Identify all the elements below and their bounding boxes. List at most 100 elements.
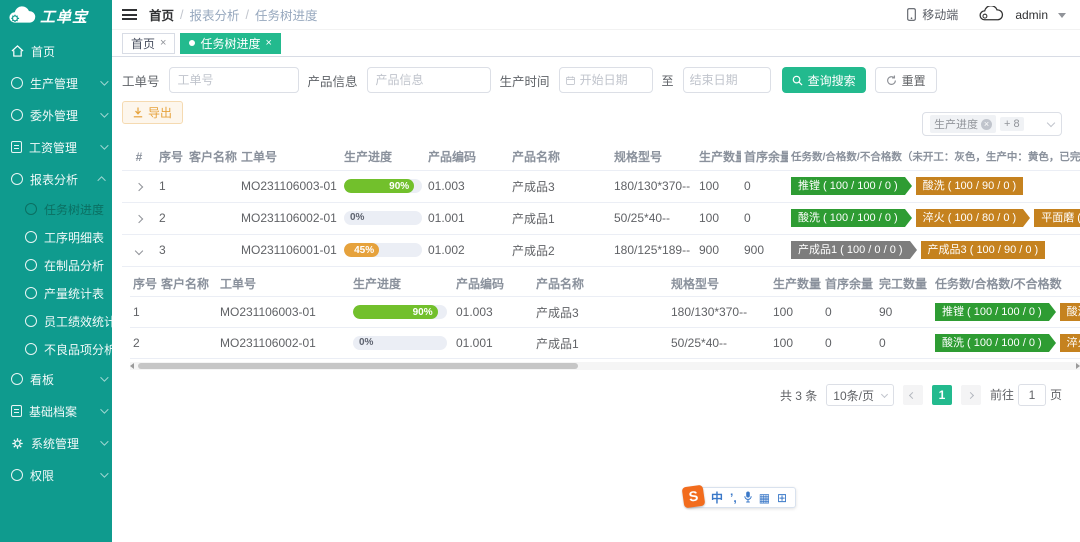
close-icon[interactable]: × bbox=[265, 38, 271, 49]
sidebar-menu: 首页 生产管理 委外管理 工资管理 报表分析 任务树进度 工序明细表 bbox=[0, 35, 112, 491]
avatar[interactable] bbox=[978, 6, 1004, 23]
sidebar-item-employee-performance[interactable]: 员工绩效统计 bbox=[0, 307, 112, 335]
page-size-select[interactable]: 10条/页 bbox=[826, 384, 894, 406]
username[interactable]: admin bbox=[1015, 8, 1048, 22]
process-detail-icon bbox=[25, 231, 37, 243]
tab-home[interactable]: 首页 × bbox=[122, 33, 175, 54]
col-order: 工单号 bbox=[238, 144, 341, 170]
prev-page-button[interactable] bbox=[903, 385, 923, 405]
next-page-button[interactable] bbox=[961, 385, 981, 405]
collapse-icon[interactable] bbox=[135, 247, 143, 255]
table-row[interactable]: 3 MO231106001-01 45% 01.002 产成品2 180/125… bbox=[122, 234, 1080, 266]
sidebar-item-output-stats[interactable]: 产量统计表 bbox=[0, 279, 112, 307]
reset-button[interactable]: 重置 bbox=[875, 67, 937, 93]
active-dot-icon bbox=[189, 40, 195, 46]
task-tags: 酸洗 ( 100 / 100 / 0 ) 淬火 ( 100 / 80 / 0 )… bbox=[791, 209, 1077, 227]
app-logo[interactable]: 工单宝 bbox=[0, 0, 112, 33]
user-dropdown-caret-icon[interactable] bbox=[1058, 13, 1066, 18]
chevron-down-icon bbox=[100, 109, 108, 117]
ime-lang-toggle[interactable]: 中 bbox=[711, 492, 723, 504]
col-qty: 生产数量 bbox=[696, 144, 741, 170]
sub-col-code: 产品编码 bbox=[453, 271, 533, 297]
product-info-input[interactable] bbox=[367, 67, 491, 93]
sidebar-item-report-analysis[interactable]: 报表分析 bbox=[0, 163, 112, 195]
goto-page-input[interactable] bbox=[1018, 384, 1046, 406]
horizontal-scrollbar[interactable] bbox=[130, 362, 1080, 370]
task-tag-notstarted: 产成品1 ( 100 / 0 / 0 ) bbox=[791, 241, 910, 259]
expand-icon[interactable] bbox=[135, 215, 143, 223]
table-header-row: # 序号 客户名称 工单号 生产进度 产品编码 产品名称 规格型号 生产数量 首… bbox=[122, 144, 1080, 170]
column-filter-select[interactable]: 生产进度 × + 8 bbox=[922, 112, 1062, 136]
mobile-link[interactable]: 移动端 bbox=[922, 6, 958, 23]
sidebar-item-process-detail[interactable]: 工序明细表 bbox=[0, 223, 112, 251]
sub-col-progress: 生产进度 bbox=[350, 271, 453, 297]
production-time-label: 生产时间 bbox=[500, 71, 550, 90]
sub-table-row[interactable]: 2 MO231106002-01 0% 01.001 产成品1 50/25*40… bbox=[130, 328, 1080, 359]
sub-col-tasks: 任务数/合格数/不合格数 bbox=[932, 271, 1080, 297]
task-tag-done: 推镗 ( 100 / 100 / 0 ) bbox=[935, 303, 1049, 321]
breadcrumb: 首页 / 报表分析 / 任务树进度 bbox=[149, 5, 318, 24]
table-row[interactable]: 2 MO231106002-01 0% 01.001 产成品1 50/25*40… bbox=[122, 202, 1080, 234]
download-icon bbox=[133, 107, 143, 118]
keyboard-icon[interactable]: ▦ bbox=[759, 492, 770, 504]
page-number-current[interactable]: 1 bbox=[932, 385, 952, 405]
toolbar-row: 导出 生产进度 × + 8 bbox=[122, 101, 1080, 136]
task-tag-working: 淬火 ( 100 / 80 / 0 ) bbox=[916, 209, 1024, 227]
sidebar-item-task-tree-progress[interactable]: 任务树进度 bbox=[0, 195, 112, 223]
search-icon bbox=[792, 75, 803, 86]
col-tasks: 任务数/合格数/不合格数（未开工：灰色，生产中：黄色，已完工：绿色） bbox=[788, 144, 1080, 170]
sogou-logo-icon[interactable]: S bbox=[682, 484, 706, 508]
total-count: 共 3 条 bbox=[780, 387, 817, 404]
sidebar-item-base-archive[interactable]: 基础档案 bbox=[0, 395, 112, 427]
chevron-down-icon bbox=[881, 390, 888, 397]
close-icon[interactable]: × bbox=[160, 38, 166, 49]
sub-col-spec: 规格型号 bbox=[668, 271, 770, 297]
start-date-input[interactable] bbox=[559, 67, 653, 93]
microphone-icon[interactable] bbox=[744, 491, 752, 505]
calendar-icon bbox=[566, 75, 575, 86]
production-icon bbox=[11, 77, 23, 89]
sidebar-item-production[interactable]: 生产管理 bbox=[0, 67, 112, 99]
task-tag-working: 淬火 ( 100 / 80 / 0 ) bbox=[1060, 334, 1080, 352]
tab-task-tree-progress[interactable]: 任务树进度 × bbox=[180, 33, 280, 54]
sub-col-qty: 生产数量 bbox=[770, 271, 822, 297]
sidebar-item-defect-analysis[interactable]: 不良品项分析 bbox=[0, 335, 112, 363]
order-no-input[interactable] bbox=[169, 67, 299, 93]
scrollbar-thumb[interactable] bbox=[138, 363, 578, 369]
sidebar-item-home[interactable]: 首页 bbox=[0, 35, 112, 67]
sidebar-item-wip-analysis[interactable]: 在制品分析 bbox=[0, 251, 112, 279]
task-tag-done: 酸洗 ( 100 / 100 / 0 ) bbox=[791, 209, 905, 227]
sub-col-first-qty: 首序余量 bbox=[822, 271, 876, 297]
expand-icon[interactable] bbox=[135, 183, 143, 191]
scroll-right-icon[interactable] bbox=[1076, 363, 1080, 369]
search-button[interactable]: 查询搜索 bbox=[782, 67, 866, 93]
sidebar: 工单宝 首页 生产管理 委外管理 工资管理 报表分析 任务树进度 bbox=[0, 0, 112, 542]
ime-punctuation-toggle[interactable]: ’, bbox=[730, 492, 737, 504]
chevron-down-icon bbox=[100, 405, 108, 413]
tag-remove-icon[interactable]: × bbox=[981, 119, 992, 130]
col-seq: 序号 bbox=[156, 144, 186, 170]
hamburger-menu-icon[interactable] bbox=[122, 9, 137, 20]
sidebar-item-kanban[interactable]: 看板 bbox=[0, 363, 112, 395]
sidebar-item-payroll[interactable]: 工资管理 bbox=[0, 131, 112, 163]
order-no-label: 工单号 bbox=[122, 71, 160, 90]
sidebar-item-system-settings[interactable]: 系统管理 bbox=[0, 427, 112, 459]
sidebar-item-outsourcing[interactable]: 委外管理 bbox=[0, 99, 112, 131]
end-date-input[interactable] bbox=[683, 67, 771, 93]
permissions-icon bbox=[11, 469, 23, 481]
mobile-phone-icon bbox=[907, 8, 916, 21]
wip-icon bbox=[25, 259, 37, 271]
breadcrumb-report[interactable]: 报表分析 bbox=[190, 5, 240, 24]
sidebar-item-permissions[interactable]: 权限 bbox=[0, 459, 112, 491]
chevron-down-icon bbox=[100, 373, 108, 381]
breadcrumb-home[interactable]: 首页 bbox=[149, 5, 174, 24]
task-tag-working: 产成品3 ( 100 / 90 / 0 ) bbox=[921, 241, 1046, 259]
sub-table-row[interactable]: 1 MO231106003-01 90% 01.003 产成品3 180/130… bbox=[130, 297, 1080, 328]
column-filter-tag[interactable]: 生产进度 × bbox=[930, 115, 996, 133]
scroll-left-icon[interactable] bbox=[130, 363, 134, 369]
home-icon bbox=[11, 45, 24, 57]
table-row[interactable]: 1 MO231106003-01 90% 01.003 产成品3 180/130… bbox=[122, 170, 1080, 202]
toolbox-grid-icon[interactable]: ⊞ bbox=[777, 492, 787, 504]
chevron-down-icon bbox=[100, 469, 108, 477]
export-button[interactable]: 导出 bbox=[122, 101, 183, 124]
